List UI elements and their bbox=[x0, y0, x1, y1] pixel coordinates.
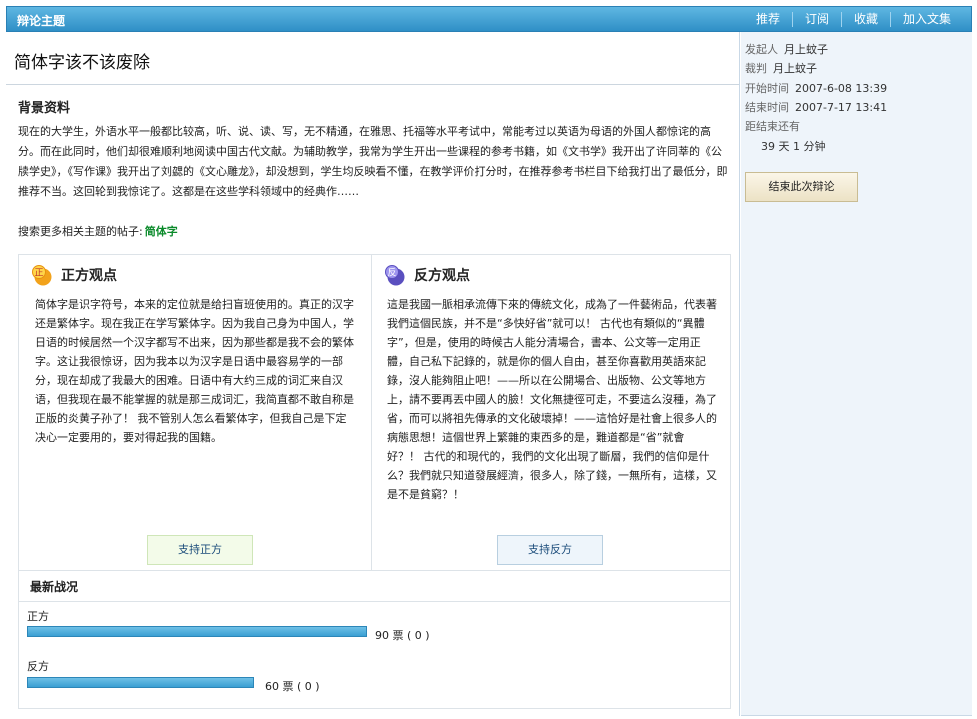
background-title: 背景资料 bbox=[18, 101, 71, 116]
pro-vote-label: 正方 bbox=[27, 610, 49, 623]
section-title: 辩论主题 bbox=[17, 14, 66, 28]
con-vote-count: 60 票 ( 0 ) bbox=[265, 680, 320, 693]
pro-badge-icon: 正 bbox=[32, 265, 52, 286]
end-time-row: 结束时间 2007-7-17 13:41 bbox=[745, 99, 887, 115]
info-sidebar: 发起人 月上蚊子 裁判 月上蚊子 开始时间 2007-6-08 13:39 结束时间 2… bbox=[741, 32, 972, 716]
remaining-label-row: 距结束还有 bbox=[745, 118, 800, 134]
page-title: 简体字该不该废除 bbox=[14, 53, 150, 73]
status-title: 最新战况 bbox=[30, 580, 79, 594]
divider bbox=[6, 84, 739, 85]
con-column: 反 反方观点 這是我國一脈相承流傳下來的傳統文化，成為了一件藝術品，代表著我們這… bbox=[372, 255, 730, 570]
top-nav: 推荐 订阅 收藏 加入文集 bbox=[744, 12, 963, 27]
related-search: 搜索更多相关主题的帖子: 简体字 bbox=[18, 223, 178, 239]
start-time-label: 开始时间 bbox=[745, 82, 789, 95]
con-header: 反 反方观点 bbox=[384, 264, 470, 286]
con-vote-label: 反方 bbox=[27, 660, 49, 673]
background-text: 现在的大学生，外语水平一般都比较高，听、说、读、写，无不精通，在雅思、托福等水平… bbox=[18, 125, 728, 198]
pro-argument: 简体字是识字符号，本来的定位就是给扫盲班使用的。真正的汉字还是繁体字。现在我正在… bbox=[35, 298, 354, 444]
judge-row: 裁判 月上蚊子 bbox=[745, 60, 817, 76]
support-pro-button[interactable]: 支持正方 bbox=[147, 535, 253, 565]
judge-link[interactable]: 月上蚊子 bbox=[773, 62, 817, 75]
favorite-link[interactable]: 收藏 bbox=[840, 12, 890, 27]
debate-box: 正 正方观点 简体字是识字符号，本来的定位就是给扫盲班使用的。真正的汉字还是繁体… bbox=[18, 254, 731, 709]
judge-label: 裁判 bbox=[745, 62, 767, 75]
initiator-row: 发起人 月上蚊子 bbox=[745, 41, 828, 57]
pro-column: 正 正方观点 简体字是识字符号，本来的定位就是给扫盲班使用的。真正的汉字还是繁体… bbox=[19, 255, 372, 570]
pro-label: 正方观点 bbox=[61, 268, 117, 284]
remaining-value: 39 天 1 分钟 bbox=[761, 140, 826, 153]
con-argument: 這是我國一脈相承流傳下來的傳統文化，成為了一件藝術品，代表著我們這個民族，并不是… bbox=[387, 298, 717, 501]
con-label: 反方观点 bbox=[414, 268, 470, 284]
pro-vote-count: 90 票 ( 0 ) bbox=[375, 629, 430, 642]
start-time-row: 开始时间 2007-6-08 13:39 bbox=[745, 80, 887, 96]
pro-badge-glyph: 正 bbox=[34, 269, 43, 279]
support-con-button[interactable]: 支持反方 bbox=[497, 535, 603, 565]
con-badge-glyph: 反 bbox=[387, 268, 396, 279]
initiator-link[interactable]: 月上蚊子 bbox=[784, 43, 828, 56]
con-vote-fill bbox=[27, 677, 254, 688]
end-debate-button[interactable]: 结束此次辩论 bbox=[745, 172, 858, 202]
start-time-value: 2007-6-08 13:39 bbox=[795, 82, 888, 95]
remaining-label: 距结束还有 bbox=[745, 120, 800, 133]
related-keyword-link[interactable]: 简体字 bbox=[145, 225, 178, 238]
add-to-collection-link[interactable]: 加入文集 bbox=[889, 12, 963, 27]
pro-vote-fill bbox=[27, 626, 367, 637]
end-time-label: 结束时间 bbox=[745, 101, 789, 114]
related-search-label: 搜索更多相关主题的帖子: bbox=[18, 225, 143, 238]
subscribe-link[interactable]: 订阅 bbox=[791, 12, 841, 27]
initiator-label: 发起人 bbox=[745, 43, 778, 56]
divider bbox=[19, 601, 730, 602]
top-bar: 辩论主题 推荐 订阅 收藏 加入文集 bbox=[6, 6, 972, 32]
pro-header: 正 正方观点 bbox=[31, 264, 117, 286]
recommend-link[interactable]: 推荐 bbox=[744, 12, 792, 27]
end-time-value: 2007-7-17 13:41 bbox=[795, 101, 888, 114]
vote-status: 最新战况 正方 90 票 ( 0 ) 反方 60 票 ( 0 ) bbox=[19, 570, 730, 708]
con-badge-icon: 反 bbox=[385, 265, 405, 286]
main-panel: 简体字该不该废除 背景资料 现在的大学生，外语水平一般都比较高，听、说、读、写，… bbox=[6, 32, 740, 716]
pro-vote-bar bbox=[27, 626, 367, 637]
